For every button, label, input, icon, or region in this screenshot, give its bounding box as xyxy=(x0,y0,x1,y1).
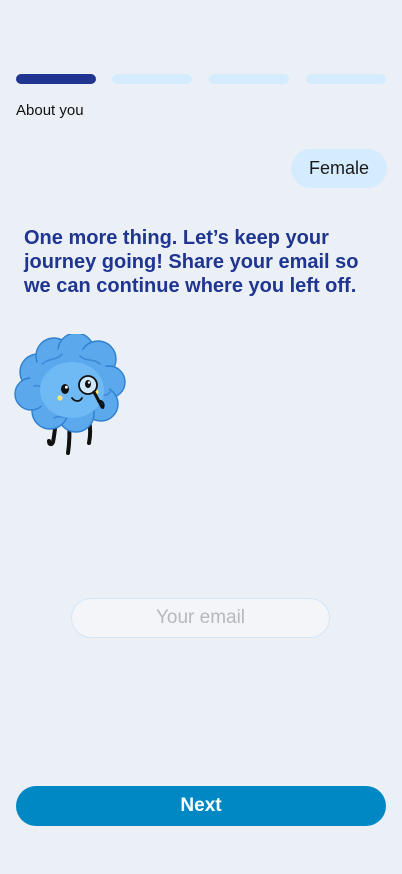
progress-segment-3 xyxy=(209,74,289,84)
brain-mascot-with-magnifier-icon xyxy=(14,332,128,456)
step-label: About you xyxy=(16,102,84,119)
progress-segment-4 xyxy=(306,74,386,84)
progress-segment-2 xyxy=(112,74,192,84)
email-input[interactable] xyxy=(71,598,330,638)
prompt-heading: One more thing. Let’s keep your journey … xyxy=(24,227,359,297)
progress-segment-1 xyxy=(16,74,96,84)
user-answer-bubble: Female xyxy=(290,149,387,188)
progress-bar xyxy=(16,74,386,84)
next-button[interactable]: Next xyxy=(16,786,386,826)
